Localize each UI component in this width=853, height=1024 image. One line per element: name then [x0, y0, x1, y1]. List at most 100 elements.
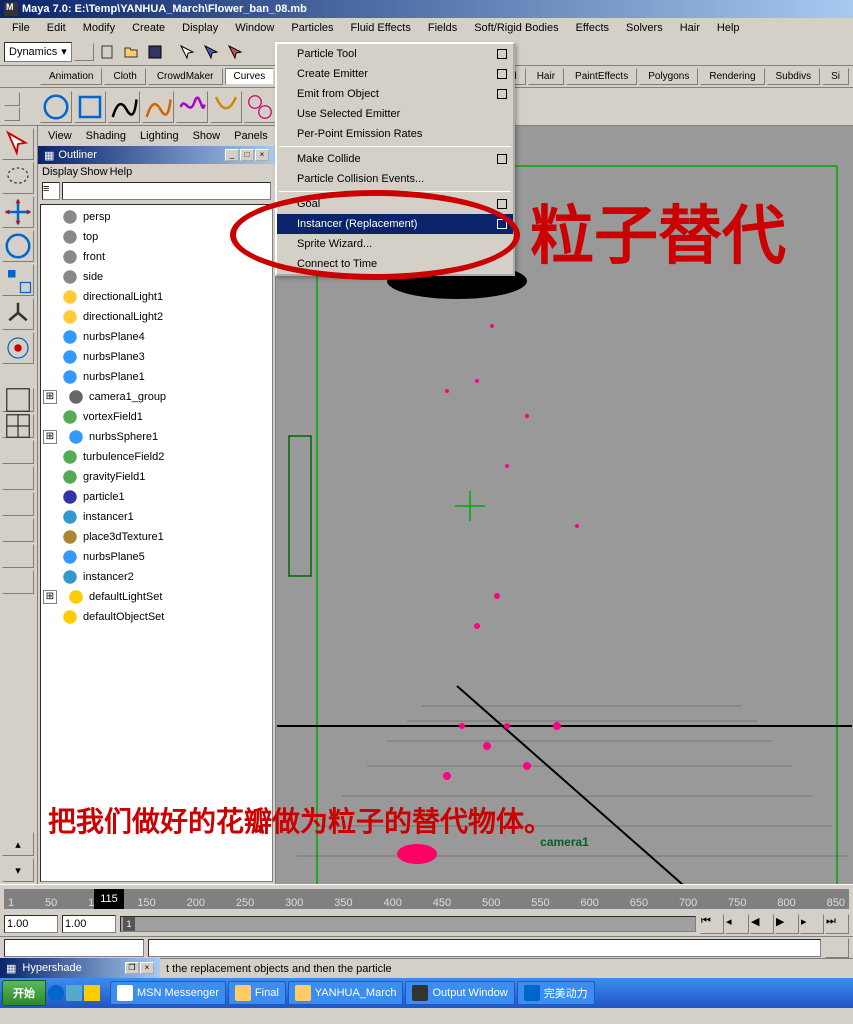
hs-close-button[interactable]: × — [140, 962, 154, 974]
menu-item-sprite-wizard-[interactable]: Sprite Wizard... — [277, 234, 513, 254]
option-box-icon[interactable] — [497, 219, 507, 229]
menu-softrigid[interactable]: Soft/Rigid Bodies — [466, 20, 566, 36]
four-pane-button[interactable] — [2, 414, 34, 438]
new-scene-button[interactable] — [96, 41, 118, 63]
task-msn[interactable]: MSN Messenger — [110, 981, 226, 1005]
tab-curves[interactable]: Curves — [225, 68, 275, 85]
outliner-item-place3dTexture1[interactable]: place3dTexture1 — [43, 527, 270, 547]
lighting-menu[interactable]: Lighting — [134, 128, 185, 144]
menu-item-per-point-emission-rates[interactable]: Per-Point Emission Rates — [277, 124, 513, 144]
outliner-item-persp[interactable]: persp — [43, 207, 270, 227]
open-scene-button[interactable] — [120, 41, 142, 63]
scale-tool[interactable] — [2, 264, 34, 296]
rewind-button[interactable]: ⏮ — [700, 914, 724, 934]
menu-item-particle-collision-events-[interactable]: Particle Collision Events... — [277, 169, 513, 189]
task-yanhua[interactable]: YANHUA_March — [288, 981, 404, 1005]
outliner-item-defaultObjectSet[interactable]: defaultObjectSet — [43, 607, 270, 627]
layout5-button[interactable] — [2, 544, 34, 568]
maximize-button[interactable]: □ — [240, 149, 254, 161]
menu-create[interactable]: Create — [124, 20, 173, 36]
option-box-icon[interactable] — [497, 154, 507, 164]
expand-button[interactable]: ⊞ — [43, 430, 57, 444]
menu-help[interactable]: Help — [709, 20, 748, 36]
status-collapse[interactable] — [74, 43, 94, 61]
option-box-icon[interactable] — [497, 89, 507, 99]
close-button[interactable]: × — [255, 149, 269, 161]
rotate-tool[interactable] — [2, 230, 34, 262]
outliner-item-instancer2[interactable]: instancer2 — [43, 567, 270, 587]
option-box-icon[interactable] — [497, 199, 507, 209]
timeline[interactable]: 1 50 100 150 200 250 300 350 400 450 500… — [0, 884, 853, 912]
move-tool[interactable] — [2, 196, 34, 228]
outliner-item-nurbsSphere1[interactable]: ⊞nurbsSphere1 — [43, 427, 270, 447]
task-output[interactable]: Output Window — [405, 981, 514, 1005]
shelf-curve1-icon[interactable] — [108, 91, 140, 123]
tab-hair[interactable]: Hair — [528, 68, 564, 85]
tab-polygons[interactable]: Polygons — [639, 68, 698, 85]
tab-animation[interactable]: Animation — [40, 68, 102, 85]
command-input[interactable] — [4, 939, 144, 957]
outliner-item-particle1[interactable]: particle1 — [43, 487, 270, 507]
view-menu[interactable]: View — [42, 128, 78, 144]
scroll-down-button[interactable]: ▾ — [2, 858, 34, 882]
menu-item-particle-tool[interactable]: Particle Tool — [277, 44, 513, 64]
tab-subdivs[interactable]: Subdivs — [767, 68, 821, 85]
manipulator-tool[interactable] — [2, 298, 34, 330]
shelf-trash-button[interactable] — [4, 107, 20, 121]
shading-menu[interactable]: Shading — [80, 128, 132, 144]
shelf-square-icon[interactable] — [74, 91, 106, 123]
shelf-curve2-icon[interactable] — [142, 91, 174, 123]
range-playback-start-input[interactable] — [62, 915, 116, 933]
layout3-button[interactable] — [2, 492, 34, 516]
tab-overflow[interactable]: Si — [822, 68, 849, 85]
shelf-editor-button[interactable] — [4, 92, 20, 106]
outliner-item-turbulenceField2[interactable]: turbulenceField2 — [43, 447, 270, 467]
menu-particles[interactable]: Particles — [283, 20, 341, 36]
expand-button[interactable]: ⊞ — [43, 590, 57, 604]
panels-menu[interactable]: Panels — [228, 128, 274, 144]
task-perfect[interactable]: 完美动力 — [517, 981, 595, 1005]
menu-item-use-selected-emitter[interactable]: Use Selected Emitter — [277, 104, 513, 124]
outliner-item-front[interactable]: front — [43, 247, 270, 267]
outliner-item-nurbsPlane3[interactable]: nurbsPlane3 — [43, 347, 270, 367]
hs-restore-button[interactable]: ❐ — [125, 962, 139, 974]
select-hier-button[interactable] — [176, 41, 198, 63]
single-pane-button[interactable] — [2, 388, 34, 412]
menu-modify[interactable]: Modify — [75, 20, 123, 36]
shelf-circle-icon[interactable] — [40, 91, 72, 123]
layout1-button[interactable] — [2, 440, 34, 464]
scroll-up-button[interactable]: ▴ — [2, 832, 34, 856]
layout6-button[interactable] — [2, 570, 34, 594]
menu-hair[interactable]: Hair — [672, 20, 708, 36]
menu-item-make-collide[interactable]: Make Collide — [277, 149, 513, 169]
outliner-item-side[interactable]: side — [43, 267, 270, 287]
forward-end-button[interactable]: ⏭ — [825, 914, 849, 934]
outliner-item-nurbsPlane4[interactable]: nurbsPlane4 — [43, 327, 270, 347]
shelf-curve4-icon[interactable] — [210, 91, 242, 123]
outliner-display-menu[interactable]: Display — [42, 166, 78, 178]
quicklaunch-app-icon[interactable] — [84, 985, 100, 1001]
menu-fluid[interactable]: Fluid Effects — [343, 20, 419, 36]
outliner-item-defaultLightSet[interactable]: ⊞defaultLightSet — [43, 587, 270, 607]
layout2-button[interactable] — [2, 466, 34, 490]
current-time-marker[interactable]: 115 — [94, 889, 124, 909]
menu-item-goal[interactable]: Goal — [277, 194, 513, 214]
show-menu[interactable]: Show — [187, 128, 227, 144]
range-handle[interactable]: 1 — [123, 917, 135, 931]
shelf-curve3-icon[interactable] — [176, 91, 208, 123]
hypershade-titlebar[interactable]: ▦ Hypershade ❐ × — [0, 958, 160, 978]
outliner-item-directionalLight1[interactable]: directionalLight1 — [43, 287, 270, 307]
command-feedback[interactable] — [148, 939, 821, 957]
menu-fields[interactable]: Fields — [420, 20, 465, 36]
outliner-item-directionalLight2[interactable]: directionalLight2 — [43, 307, 270, 327]
shelf-curve5-icon[interactable] — [244, 91, 276, 123]
tab-rendering[interactable]: Rendering — [700, 68, 764, 85]
tab-painteffects[interactable]: PaintEffects — [566, 68, 637, 85]
script-editor-button[interactable] — [825, 938, 849, 958]
menu-edit[interactable]: Edit — [39, 20, 74, 36]
menu-display[interactable]: Display — [174, 20, 226, 36]
layout4-button[interactable] — [2, 518, 34, 542]
menu-item-connect-to-time[interactable]: Connect to Time — [277, 254, 513, 274]
menu-solvers[interactable]: Solvers — [618, 20, 671, 36]
search-mode-button[interactable]: ≡ — [42, 182, 60, 200]
